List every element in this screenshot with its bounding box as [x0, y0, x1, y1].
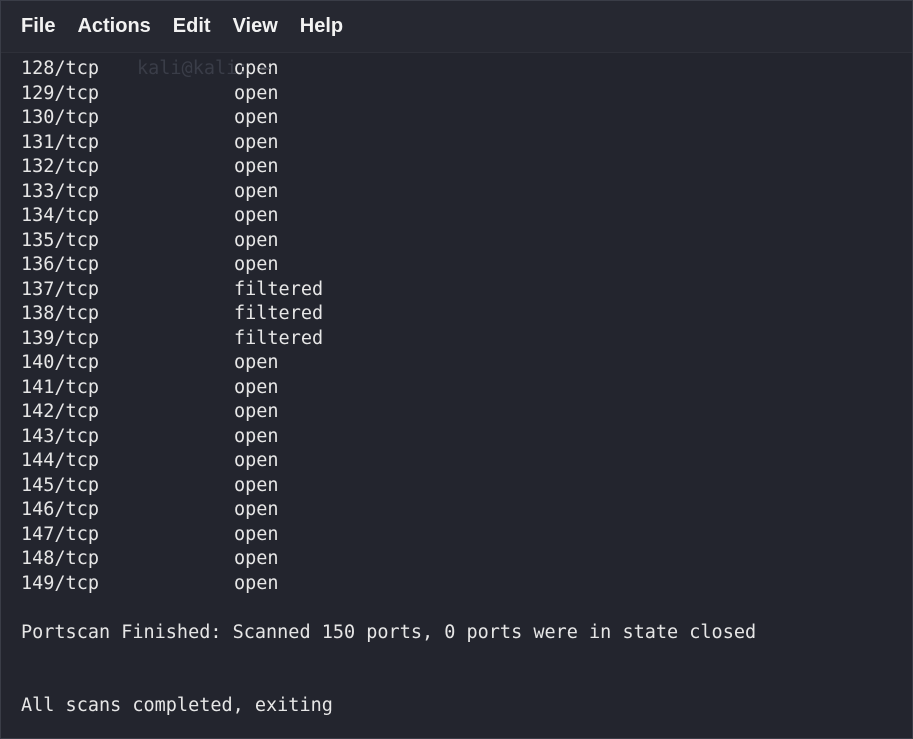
port-row: 140/tcp open	[21, 351, 912, 376]
menu-actions[interactable]: Actions	[77, 13, 150, 40]
port-number: 131/tcp	[21, 131, 99, 153]
port-state: open	[234, 352, 279, 373]
port-state: open	[234, 523, 279, 545]
menu-bar: File Actions Edit View Help	[1, 1, 912, 53]
port-state: open	[234, 401, 279, 422]
terminal-window: File Actions Edit View Help 128/tcp open k…	[0, 0, 913, 739]
ghost-prompt-text: kali@kali: ~	[137, 58, 271, 79]
port-number: 142/tcp	[21, 401, 99, 422]
port-list: 128/tcp open kali@kali: ~129/tcp open 130/tc…	[21, 57, 912, 596]
port-row: 144/tcp open	[21, 449, 912, 474]
port-number: 135/tcp	[21, 229, 99, 251]
port-row: 128/tcp open kali@kali: ~	[21, 57, 912, 82]
port-number: 140/tcp	[21, 352, 99, 373]
port-number: 136/tcp	[21, 254, 99, 275]
port-row: 135/tcp open	[21, 229, 912, 254]
port-state: open	[234, 229, 279, 251]
menu-edit[interactable]: Edit	[173, 13, 211, 40]
port-row: 133/tcp open	[21, 180, 912, 205]
port-state: open	[234, 425, 279, 447]
port-row: 132/tcp open	[21, 155, 912, 180]
port-number: 138/tcp	[21, 303, 99, 324]
port-number: 149/tcp	[21, 572, 99, 594]
port-row: 143/tcp open	[21, 425, 912, 450]
port-state: open	[234, 499, 279, 520]
port-row: 130/tcp open	[21, 106, 912, 131]
port-number: 139/tcp	[21, 327, 99, 349]
port-number: 129/tcp	[21, 82, 99, 104]
port-state: open	[234, 107, 279, 128]
port-number: 130/tcp	[21, 107, 99, 128]
port-row: 137/tcp filtered	[21, 278, 912, 303]
port-row: 131/tcp open	[21, 131, 912, 156]
final-line: All scans completed, exiting	[21, 695, 333, 716]
port-state: open	[234, 254, 279, 275]
port-row: 149/tcp open	[21, 572, 912, 597]
port-state: filtered	[234, 278, 324, 300]
port-row: 147/tcp open	[21, 523, 912, 548]
port-state: open	[234, 131, 279, 153]
port-row: 136/tcp open	[21, 253, 912, 278]
port-row: 146/tcp open	[21, 498, 912, 523]
port-state: open	[234, 474, 279, 496]
port-number: 144/tcp	[21, 450, 99, 471]
port-state: filtered	[234, 303, 324, 324]
menu-file[interactable]: File	[21, 13, 55, 40]
menu-view[interactable]: View	[233, 13, 278, 40]
port-row: 138/tcp filtered	[21, 302, 912, 327]
port-number: 134/tcp	[21, 205, 99, 226]
port-row: 145/tcp open	[21, 474, 912, 499]
port-number: 141/tcp	[21, 376, 99, 398]
port-row: 142/tcp open	[21, 400, 912, 425]
port-state: open	[234, 180, 279, 202]
port-state: open	[234, 156, 279, 177]
port-row: 141/tcp open	[21, 376, 912, 401]
port-state: filtered	[234, 327, 324, 349]
port-number: 137/tcp	[21, 278, 99, 300]
port-row: 134/tcp open	[21, 204, 912, 229]
port-number: 132/tcp	[21, 156, 99, 177]
port-state: open	[234, 450, 279, 471]
port-state: open	[234, 548, 279, 569]
port-number: 145/tcp	[21, 474, 99, 496]
summary-line: Portscan Finished: Scanned 150 ports, 0 …	[21, 621, 757, 643]
port-state: open	[234, 376, 279, 398]
port-number: 146/tcp	[21, 499, 99, 520]
port-row: 139/tcp filtered	[21, 327, 912, 352]
port-number: 148/tcp	[21, 548, 99, 569]
port-row: 129/tcp open	[21, 82, 912, 107]
port-number: 147/tcp	[21, 523, 99, 545]
port-row: 148/tcp open	[21, 547, 912, 572]
port-state: open	[234, 205, 279, 226]
port-state: open	[234, 572, 279, 594]
port-number: 133/tcp	[21, 180, 99, 202]
port-number: 143/tcp	[21, 425, 99, 447]
port-state: open	[234, 82, 279, 104]
terminal-output[interactable]: 128/tcp open kali@kali: ~129/tcp open 130/tc…	[1, 53, 912, 719]
menu-help[interactable]: Help	[300, 13, 343, 40]
